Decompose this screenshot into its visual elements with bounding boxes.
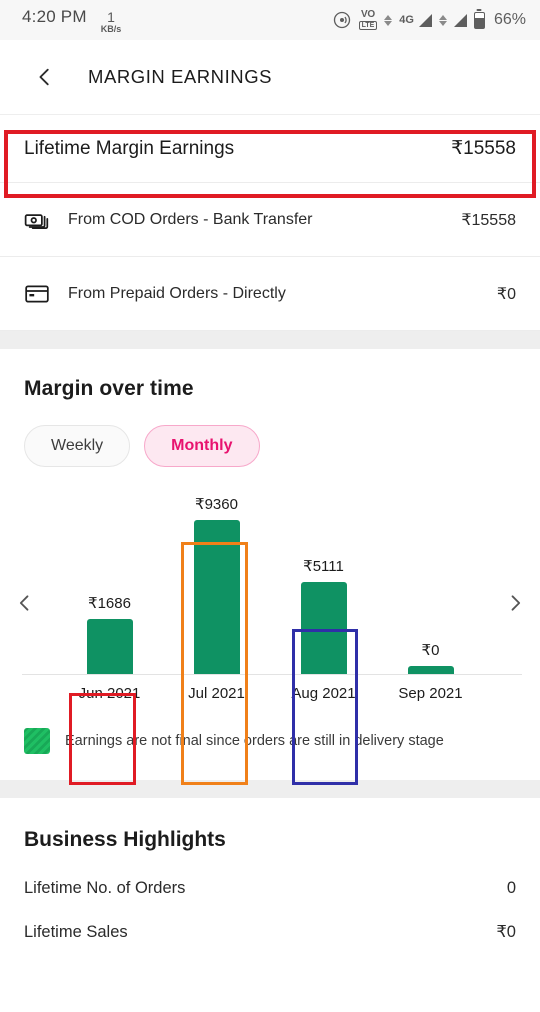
chart-plot-area: ₹1686 ₹9360 ₹5111 ₹0 Jun 2021 Jul 2021 A…: [22, 495, 522, 710]
highlight-label-orders: Lifetime No. of Orders: [24, 878, 186, 897]
section-divider-2: [0, 780, 540, 798]
status-bar: 4:20 PM 1 KB/s VO LTE 4G 66%: [0, 0, 540, 40]
margin-bar-chart: ₹1686 ₹9360 ₹5111 ₹0 Jun 2021 Jul 2021 A…: [0, 495, 540, 710]
business-highlights-title: Business Highlights: [24, 828, 226, 851]
section-divider-1: [0, 331, 540, 349]
bar-column-0[interactable]: ₹1686: [56, 495, 163, 674]
network-type-label: 4G: [399, 14, 414, 26]
bar-column-3[interactable]: ₹0: [377, 495, 484, 674]
signal-bars-icon-1: [418, 13, 432, 27]
volte-icon: VO LTE: [358, 9, 378, 30]
bar-0[interactable]: [86, 619, 133, 674]
x-label-0: Jun 2021: [78, 684, 141, 702]
highlight-label-sales: Lifetime Sales: [24, 922, 128, 941]
lifetime-margin-earnings-label: Lifetime Margin Earnings: [24, 137, 235, 159]
bar-value-label-1: ₹9360: [195, 496, 238, 513]
margin-over-time-title: Margin over time: [24, 377, 194, 400]
data-transfer-icon: [384, 14, 393, 26]
bar-2[interactable]: [300, 582, 347, 674]
data-transfer-icon-2: [438, 14, 447, 26]
period-toggle-group: Weekly Monthly: [0, 401, 540, 467]
chart-x-axis-labels: Jun 2021 Jul 2021 Aug 2021 Sep 2021: [56, 676, 484, 710]
bar-1[interactable]: [193, 520, 240, 674]
bar-3[interactable]: [407, 666, 454, 674]
source-value-cod: ₹15558: [461, 211, 516, 229]
hotspot-icon: [332, 10, 352, 30]
bar-value-label-2: ₹5111: [303, 558, 344, 575]
x-label-3: Sep 2021: [398, 684, 463, 702]
x-label-2: Aug 2021: [291, 684, 356, 702]
network-speed-indicator: 1 KB/s: [101, 10, 122, 34]
chart-next-button[interactable]: [498, 586, 532, 620]
page-title: MARGIN EARNINGS: [88, 66, 273, 87]
cash-icon: [24, 207, 54, 233]
highlight-value-orders: 0: [506, 878, 516, 897]
bar-column-1[interactable]: ₹9360: [163, 495, 270, 674]
volte-bottom-label: LTE: [358, 21, 378, 30]
highlight-value-sales: ₹0: [496, 923, 516, 941]
chart-legend: Earnings are not final since orders are …: [0, 710, 540, 780]
legend-striped-swatch-icon: [24, 728, 50, 754]
x-label-1: Jul 2021: [188, 684, 245, 702]
battery-icon: [473, 11, 485, 29]
back-button[interactable]: [28, 60, 62, 94]
chart-bars: ₹1686 ₹9360 ₹5111 ₹0: [56, 495, 484, 674]
highlight-row-orders: Lifetime No. of Orders 0: [0, 866, 540, 910]
lifetime-margin-earnings-value: ₹15558: [451, 138, 516, 159]
legend-label: Earnings are not final since orders are …: [65, 733, 444, 749]
bar-value-label-3: ₹0: [421, 642, 440, 659]
signal-bars-icon-2: [453, 13, 467, 27]
source-label-prepaid: From Prepaid Orders - Directly: [68, 284, 286, 302]
chart-prev-button[interactable]: [8, 586, 42, 620]
card-icon: [24, 281, 54, 307]
download-arrow-icon: [384, 20, 393, 26]
margin-earnings-screen: 4:20 PM 1 KB/s VO LTE 4G 66% MARGIN EARN…: [0, 0, 540, 1012]
status-bar-right: VO LTE 4G 66%: [332, 10, 526, 30]
bar-column-2[interactable]: ₹5111: [270, 495, 377, 674]
status-bar-left: 4:20 PM 1 KB/s: [22, 7, 121, 34]
upload-arrow-icon-2: [438, 14, 447, 20]
source-value-prepaid: ₹0: [496, 285, 516, 303]
app-bar: MARGIN EARNINGS: [0, 40, 540, 115]
source-row-cod[interactable]: From COD Orders - Bank Transfer ₹15558: [0, 183, 540, 257]
download-arrow-icon-2: [438, 20, 447, 26]
source-row-prepaid[interactable]: From Prepaid Orders - Directly ₹0: [0, 257, 540, 331]
volte-top-label: VO: [361, 9, 375, 20]
source-label-cod: From COD Orders - Bank Transfer: [68, 210, 313, 228]
margin-over-time-section: Margin over time Weekly Monthly ₹1686 ₹9…: [0, 349, 540, 780]
battery-percent-label: 66%: [493, 11, 526, 28]
network-speed-value: 1: [107, 8, 115, 25]
toggle-weekly[interactable]: Weekly: [24, 425, 131, 467]
network-speed-unit: KB/s: [100, 23, 122, 34]
toggle-monthly[interactable]: Monthly: [144, 425, 260, 467]
status-bar-clock: 4:20 PM: [22, 6, 87, 26]
upload-arrow-icon: [384, 14, 393, 20]
business-highlights-section: Business Highlights Lifetime No. of Orde…: [0, 798, 540, 954]
bar-value-label-0: ₹1686: [88, 595, 131, 612]
chart-baseline: [22, 674, 522, 675]
highlight-row-sales: Lifetime Sales ₹0: [0, 910, 540, 954]
lifetime-margin-earnings-row[interactable]: Lifetime Margin Earnings ₹15558: [0, 115, 540, 183]
